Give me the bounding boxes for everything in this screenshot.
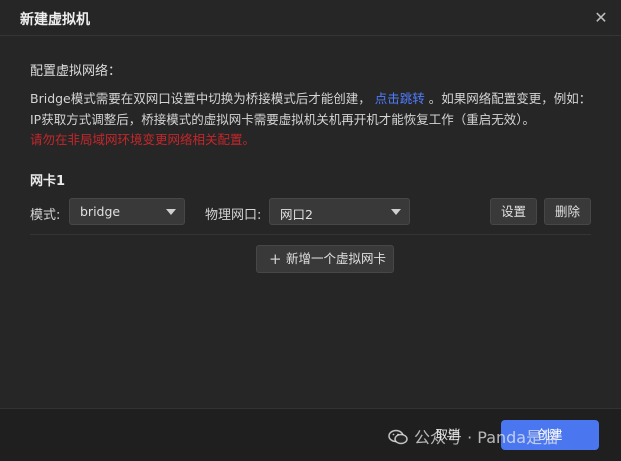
port-select-value: 网口2 <box>280 207 313 222</box>
network-section-title: 配置虚拟网络： <box>30 64 122 79</box>
create-vm-dialog: 新建虚拟机 ✕ 配置虚拟网络： Bridge模式需要在双网口设置中切换为桥接模式… <box>0 0 621 461</box>
mode-label: 模式: <box>30 208 61 223</box>
add-nic-button[interactable]: + 新增一个虚拟网卡 <box>256 245 394 273</box>
mode-select[interactable]: bridge <box>69 198 185 225</box>
mode-select-value: bridge <box>80 204 121 219</box>
dialog-title: 新建虚拟机 <box>20 12 90 28</box>
plus-icon: + <box>269 250 282 268</box>
port-label: 物理网口: <box>205 208 262 223</box>
chevron-down-icon <box>166 209 176 215</box>
create-button[interactable]: 创建 <box>501 420 599 450</box>
add-nic-label: 新增一个虚拟网卡 <box>286 251 387 266</box>
jump-link[interactable]: 点击跳转 <box>375 91 425 106</box>
network-description: Bridge模式需要在双网口设置中切换为桥接模式后才能创建， 点击跳转 。如果网… <box>30 88 600 130</box>
chevron-down-icon <box>391 209 401 215</box>
nic-title: 网卡1 <box>30 174 66 189</box>
description-text-1: Bridge模式需要在双网口设置中切换为桥接模式后才能创建， <box>30 91 371 106</box>
delete-button[interactable]: 删除 <box>544 198 591 225</box>
dialog-header: 新建虚拟机 ✕ <box>0 0 621 36</box>
cancel-button[interactable]: 取消 <box>418 420 478 450</box>
divider <box>30 234 591 235</box>
port-select[interactable]: 网口2 <box>269 198 410 225</box>
close-icon[interactable]: ✕ <box>591 8 611 28</box>
settings-button[interactable]: 设置 <box>490 198 537 225</box>
network-warning: 请勿在非局域网环境变更网络相关配置。 <box>30 132 256 147</box>
